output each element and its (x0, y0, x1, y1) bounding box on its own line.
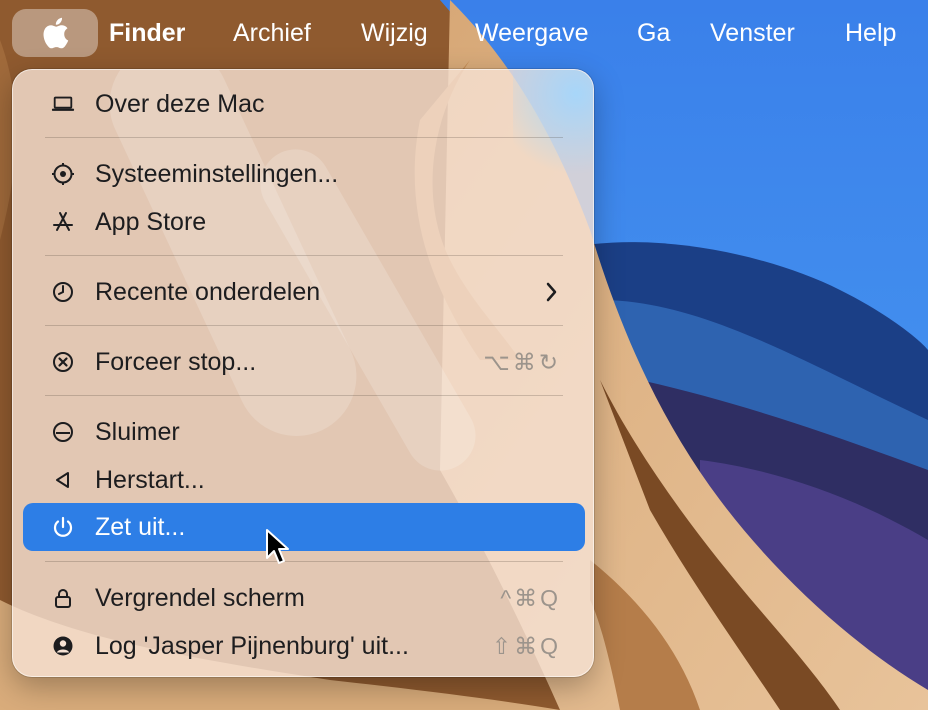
menu-item-label: Systeeminstellingen... (95, 159, 339, 188)
apple-logo-icon (43, 17, 69, 49)
menu-item-lock-screen[interactable]: Vergrendel scherm ^⌘Q (23, 574, 585, 622)
menu-item-label: Sluimer (95, 417, 180, 446)
menu-item-log-out[interactable]: Log 'Jasper Pijnenburg' uit... ⇧⌘Q (23, 622, 585, 670)
apple-menu-button[interactable] (12, 9, 98, 57)
menu-item-label: Vergrendel scherm (95, 583, 305, 612)
menu-bar: Finder Archief Wijzig Weergave Ga Venste… (0, 0, 928, 66)
menu-item-force-quit[interactable]: Forceer stop... ⌥⌘↻ (23, 338, 585, 386)
menu-separator (45, 561, 563, 562)
chevron-right-icon (539, 280, 563, 304)
menu-item-label: Zet uit... (95, 512, 186, 541)
menu-separator (45, 137, 563, 138)
mouse-cursor-icon (266, 529, 289, 564)
force-quit-icon (51, 350, 75, 374)
restart-icon (51, 468, 75, 492)
apple-menu-dropdown: Over deze Mac Systeeminstellingen... App… (12, 69, 594, 677)
menu-item-label: Forceer stop... (95, 347, 257, 376)
power-icon (51, 515, 75, 539)
app-store-icon (51, 210, 75, 234)
user-icon (51, 634, 75, 658)
menubar-weergave[interactable]: Weergave (475, 0, 589, 66)
menubar-archief[interactable]: Archief (233, 0, 311, 66)
menu-item-restart[interactable]: Herstart... (23, 456, 585, 504)
keyboard-shortcut: ⌥⌘↻ (483, 348, 561, 375)
sleep-icon (51, 420, 75, 444)
keyboard-shortcut: ⇧⌘Q (491, 632, 561, 659)
menu-item-sleep[interactable]: Sluimer (23, 408, 585, 456)
menubar-ga[interactable]: Ga (637, 0, 670, 66)
menubar-finder[interactable]: Finder (109, 0, 185, 66)
menu-item-recent-items[interactable]: Recente onderdelen (23, 268, 585, 316)
menu-separator (45, 255, 563, 256)
menu-item-label: Log 'Jasper Pijnenburg' uit... (95, 631, 409, 660)
menu-item-label: App Store (95, 207, 207, 236)
menubar-help[interactable]: Help (845, 0, 896, 66)
keyboard-shortcut: ^⌘Q (500, 584, 561, 611)
gear-icon (51, 162, 75, 186)
laptop-icon (51, 92, 75, 116)
menu-item-shut-down[interactable]: Zet uit... (23, 503, 585, 551)
menu-item-label: Recente onderdelen (95, 277, 321, 306)
menu-item-app-store[interactable]: App Store (23, 198, 585, 246)
menu-separator (45, 395, 563, 396)
clock-icon (51, 280, 75, 304)
menubar-venster[interactable]: Venster (710, 0, 795, 66)
menu-item-label: Herstart... (95, 465, 205, 494)
menu-separator (45, 325, 563, 326)
menu-item-system-settings[interactable]: Systeeminstellingen... (23, 150, 585, 198)
menu-item-label: Over deze Mac (95, 89, 265, 118)
menu-item-about-this-mac[interactable]: Over deze Mac (23, 80, 585, 128)
menubar-wijzig[interactable]: Wijzig (361, 0, 428, 66)
lock-icon (51, 586, 75, 610)
